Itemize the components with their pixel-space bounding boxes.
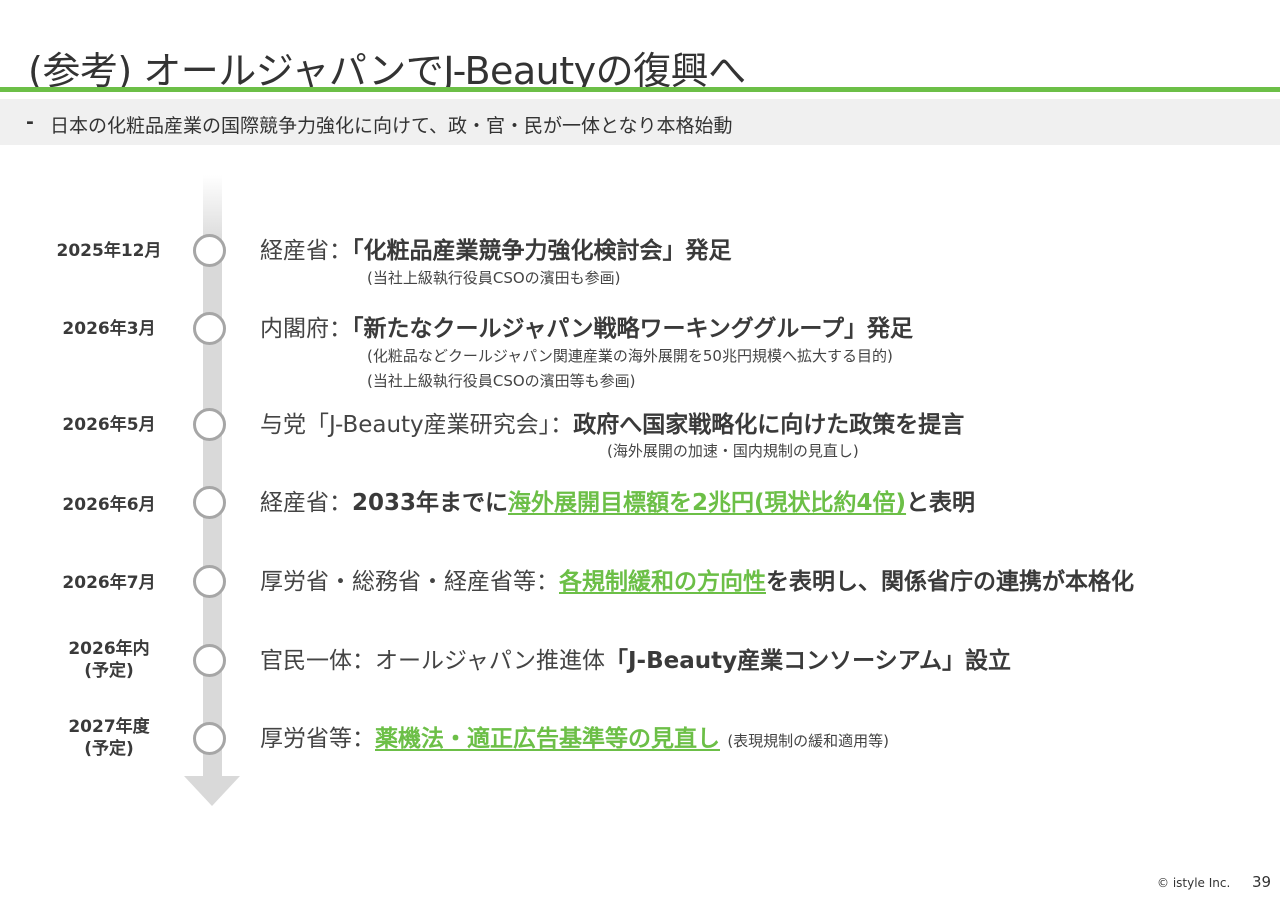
event-text: 「化粧品産業競争力強化検討会」発足 — [352, 238, 732, 264]
event-text: 「新たなクールジャパン戦略ワーキンググループ」発足 — [352, 316, 913, 342]
timeline-event-2026-07: 2026年7月 厚労省・総務省・経産省等：各規制緩和の方向性を表明し、関係省庁の… — [0, 554, 1280, 614]
event-note: (当社上級執行役員CSOの濱田等も参画) — [367, 372, 636, 390]
event-highlight: 薬機法・適正広告基準等の見直し — [375, 726, 720, 752]
timeline-event-2026-06: 2026年6月 経産省：2033年までに海外展開目標額を2兆円(現状比約4倍)と… — [0, 476, 1280, 536]
event-inline-note: (表現規制の緩和適用等) — [727, 732, 890, 750]
title-underline — [0, 87, 1280, 92]
event-description: 厚労省・総務省・経産省等：各規制緩和の方向性を表明し、関係省庁の連携が本格化 — [260, 567, 1134, 597]
timeline-event-2026-within-year: 2026年内 (予定) 官民一体：オールジャパン推進体「J-Beauty産業コン… — [0, 634, 1280, 694]
event-note: (当社上級執行役員CSOの濱田も参画) — [367, 269, 621, 287]
event-org: 内閣府： — [260, 316, 352, 342]
event-date: 2026年内 (予定) — [68, 639, 150, 681]
copyright: © istyle Inc. — [1157, 876, 1231, 890]
timeline-event-2027-fiscal: 2027年度 (予定) 厚労省等：薬機法・適正広告基準等の見直し (表現規制の緩… — [0, 712, 1280, 772]
event-org: 官民一体：オールジャパン推進体 — [260, 648, 605, 674]
event-org: 厚労省・総務省・経産省等： — [260, 569, 559, 595]
event-text: 「J-Beauty産業コンソーシアム」設立 — [605, 648, 1012, 674]
event-description: 経産省：2033年までに海外展開目標額を2兆円(現状比約4倍)と表明 — [260, 488, 975, 518]
timeline-marker-icon — [193, 644, 226, 677]
event-note: (化粧品などクールジャパン関連産業の海外展開を50兆円規模へ拡大する目的) — [367, 347, 893, 365]
event-description: 官民一体：オールジャパン推進体「J-Beauty産業コンソーシアム」設立 — [260, 646, 1011, 676]
event-description: 経産省：「化粧品産業競争力強化検討会」発足 — [260, 236, 732, 266]
timeline-marker-icon — [193, 312, 226, 345]
event-org: 厚労省等： — [260, 726, 375, 752]
event-note: (海外展開の加速・国内規制の見直し) — [607, 442, 859, 460]
event-date: 2027年度 (予定) — [68, 717, 150, 759]
timeline-arrow-icon — [184, 776, 240, 806]
event-text: 政府へ国家戦略化に向けた政策を提言 — [573, 412, 965, 438]
subtitle-text: 日本の化粧品産業の国際競争力強化に向けて、政・官・民が一体となり本格始動 — [50, 115, 733, 137]
event-highlight: 各規制緩和の方向性 — [559, 569, 766, 595]
event-description: 与党「J-Beauty産業研究会」：政府へ国家戦略化に向けた政策を提言 — [260, 410, 964, 440]
event-date: 2026年6月 — [62, 495, 156, 515]
subtitle-bullet: - — [26, 111, 34, 133]
timeline-event-2026-05: 2026年5月 与党「J-Beauty産業研究会」：政府へ国家戦略化に向けた政策… — [0, 398, 1280, 460]
timeline-marker-icon — [193, 565, 226, 598]
timeline-event-2026-03: 2026年3月 内閣府：「新たなクールジャパン戦略ワーキンググループ」発足 (化… — [0, 300, 1280, 390]
event-highlight: 海外展開目標額を2兆円(現状比約4倍) — [508, 490, 907, 516]
event-org: 経産省： — [260, 490, 352, 516]
event-text-tail: と表明 — [906, 490, 976, 516]
event-description: 厚労省等：薬機法・適正広告基準等の見直し (表現規制の緩和適用等) — [260, 724, 889, 756]
timeline-marker-icon — [193, 234, 226, 267]
event-date: 2025年12月 — [56, 241, 162, 261]
page-number: 39 — [1252, 873, 1272, 891]
event-org: 経産省： — [260, 238, 352, 264]
event-date: 2026年7月 — [62, 573, 156, 593]
subtitle-band: - 日本の化粧品産業の国際競争力強化に向けて、政・官・民が一体となり本格始動 — [0, 99, 1280, 145]
timeline-marker-icon — [193, 722, 226, 755]
event-date: 2026年3月 — [62, 319, 156, 339]
event-text-tail: を表明し、関係省庁の連携が本格化 — [766, 569, 1134, 595]
timeline-marker-icon — [193, 486, 226, 519]
event-org: 与党「J-Beauty産業研究会」： — [260, 412, 574, 438]
timeline-marker-icon — [193, 408, 226, 441]
event-date: 2026年5月 — [62, 415, 156, 435]
timeline-event-2025-12: 2025年12月 経産省：「化粧品産業競争力強化検討会」発足 (当社上級執行役員… — [0, 222, 1280, 287]
event-text: 2033年までに — [352, 490, 509, 516]
event-description: 内閣府：「新たなクールジャパン戦略ワーキンググループ」発足 — [260, 314, 913, 344]
